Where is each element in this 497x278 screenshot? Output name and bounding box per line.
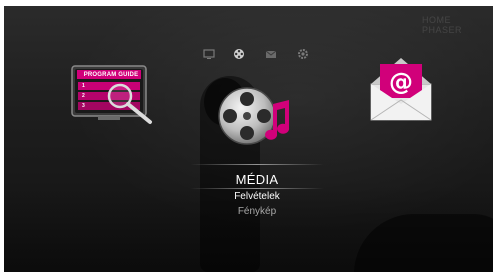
mail-tile[interactable]: @ — [366, 54, 436, 124]
frame: HOME PHASER PROGRAM GUIDE 1 2 3 @ MÉDIA … — [0, 0, 497, 278]
svg-text:@: @ — [389, 68, 413, 96]
tv-icon[interactable] — [202, 47, 216, 61]
selection-divider-bottom — [190, 188, 324, 189]
menu-title: MÉDIA — [235, 172, 279, 187]
selection-divider-top — [190, 164, 324, 165]
film-reel-music-icon — [218, 87, 290, 145]
program-guide-row-3: 3 — [82, 103, 85, 109]
mail-icon[interactable] — [264, 47, 278, 61]
program-guide-row-1: 1 — [82, 83, 85, 89]
envelope-at-icon: @ — [370, 58, 432, 121]
tv-screen: HOME PHASER PROGRAM GUIDE 1 2 3 @ MÉDIA … — [4, 6, 493, 272]
menu-item-felvetelek[interactable]: Felvételek — [190, 191, 324, 202]
program-guide-title: PROGRAM GUIDE — [83, 72, 139, 78]
program-guide-tile[interactable]: PROGRAM GUIDE 1 2 3 — [70, 64, 156, 128]
brand-watermark: HOME PHASER — [422, 15, 463, 35]
media-tile[interactable] — [217, 84, 297, 150]
gear-icon[interactable] — [296, 47, 310, 61]
film-reel-icon[interactable] — [232, 47, 246, 61]
category-icon-bar — [196, 47, 316, 61]
program-guide-row-2: 2 — [82, 93, 85, 99]
menu-item-fenykep[interactable]: Fénykép — [190, 206, 324, 217]
